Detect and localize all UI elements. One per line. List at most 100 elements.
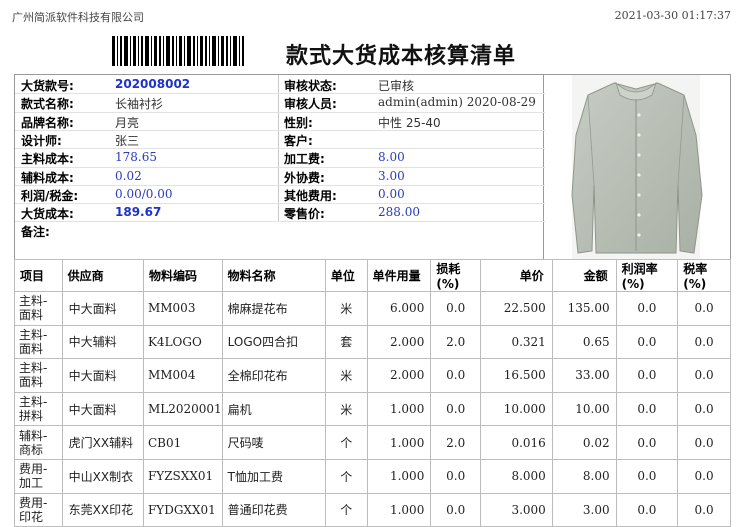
unit-cell: 米 [324, 391, 368, 427]
price-cell: 3.000 [480, 492, 553, 527]
name-cell: 棉麻提花布 [221, 291, 326, 326]
tax-cell: 0.0 [677, 492, 731, 527]
col-header-tax: 税率(%) [677, 259, 731, 292]
profit-cell: 0.0 [615, 391, 679, 427]
bulk-cost-value: 189.67 [115, 205, 162, 220]
main-cost-label: 主料成本: [21, 152, 74, 167]
unit-cell: 个 [324, 492, 368, 527]
company-name: 广州简派软件科技有限公司 [12, 11, 144, 24]
loss-cell: 2.0 [430, 324, 482, 360]
info-row-8: 大货成本: 189.67 零售价: 288.00 [15, 203, 545, 221]
amount-cell: 0.65 [551, 324, 617, 360]
code-cell: MM003 [142, 291, 223, 326]
supplier-cell: 中大辅料 [61, 324, 144, 360]
info-row-2: 款式名称: 长袖衬衫 审核人员: admin(admin) 2020-08-29 [15, 93, 545, 111]
unit-cell: 米 [324, 291, 368, 326]
tax-cell: 0.0 [677, 358, 731, 393]
col-header-price: 单价 [480, 259, 553, 292]
supplier-cell: 中大面料 [61, 358, 144, 393]
amount-cell: 0.02 [551, 425, 617, 460]
supplier-cell: 中大面料 [61, 391, 144, 427]
unit-cell: 个 [324, 425, 368, 460]
name-cell: T恤加工费 [221, 458, 326, 494]
amount-cell: 135.00 [551, 291, 617, 326]
auditor-label: 审核人员: [284, 97, 337, 112]
supplier-cell: 虎门XX辅料 [61, 425, 144, 460]
style-name-label: 款式名称: [21, 97, 74, 112]
unit-cell: 个 [324, 458, 368, 494]
profit-tax-label: 利润/税金: [21, 188, 79, 203]
unit-cell: 米 [324, 358, 368, 393]
supplier-cell: 中山XX制衣 [61, 458, 144, 494]
code-cell: ML2020001 [142, 391, 223, 427]
other-fee-value: 0.00 [378, 186, 405, 201]
profit-cell: 0.0 [615, 492, 679, 527]
table-header-row: 项目 供应商 物料编码 物料名称 单位 单件用量 损耗(%) 单价 金额 利润率… [14, 259, 731, 292]
loss-cell: 0.0 [430, 358, 482, 393]
report-header: 广州简派软件科技有限公司 2021-03-30 01:17:37 [0, 0, 745, 28]
main-cost-value: 178.65 [115, 150, 157, 165]
tax-cell: 0.0 [677, 458, 731, 494]
col-header-loss: 损耗(%) [430, 259, 482, 292]
material-table: 项目 供应商 物料编码 物料名称 单位 单件用量 损耗(%) 单价 金额 利润率… [14, 259, 731, 527]
col-header-qty: 单件用量 [366, 259, 432, 292]
name-cell: 尺码唛 [221, 425, 326, 460]
profit-cell: 0.0 [615, 425, 679, 460]
bulk-cost-label: 大货成本: [21, 207, 74, 222]
loss-cell: 0.0 [430, 492, 482, 527]
aux-cost-label: 辅料成本: [21, 170, 74, 185]
style-no-label: 大货款号: [21, 79, 74, 93]
qty-cell: 2.000 [366, 358, 432, 393]
processing-fee-value: 8.00 [378, 150, 405, 165]
qty-cell: 1.000 [366, 391, 432, 427]
table-row: 主料- 面料 中大面料 MM003 棉麻提花布 米 6.000 0.0 22.50… [14, 291, 731, 326]
profit-cell: 0.0 [615, 291, 679, 326]
amount-cell: 10.00 [551, 391, 617, 427]
item-cell: 主料- 拼料 [14, 391, 63, 427]
qty-cell: 1.000 [366, 458, 432, 494]
col-header-profit: 利润率(%) [615, 259, 679, 292]
table-row: 主料- 面料 中大辅料 K4LOGO LOGO四合扣 套 2.000 2.0 0.… [14, 324, 731, 360]
brand-value: 月亮 [115, 115, 140, 130]
designer-label: 设计师: [21, 133, 62, 148]
name-cell: 全棉印花布 [221, 358, 326, 393]
aux-cost-value: 0.02 [115, 168, 142, 183]
brand-label: 品牌名称: [21, 115, 74, 130]
table-row: 费用- 印花 东莞XX印花 FYDGXX01 普通印花费 个 1.000 0.0 … [14, 492, 731, 527]
tax-cell: 0.0 [677, 324, 731, 360]
style-info-panel: 大货款号: 202008002 审核状态: 已审核 款式名称: 长袖衬衫 审核人… [14, 74, 545, 259]
barcode-image [112, 36, 244, 66]
item-cell: 主料- 面料 [14, 324, 63, 360]
shirt-photo [571, 75, 703, 260]
profit-tax-value: 0.00/0.00 [115, 186, 173, 201]
code-cell: CB01 [142, 425, 223, 460]
qty-cell: 1.000 [366, 492, 432, 527]
loss-cell: 0.0 [430, 291, 482, 326]
info-row-3: 品牌名称: 月亮 性别: 中性 25-40 [15, 112, 545, 130]
outsourcing-fee-value: 3.00 [378, 168, 405, 183]
info-row-4: 设计师: 张三 客户: [15, 130, 545, 148]
gender-label: 性别: [284, 115, 313, 130]
processing-fee-label: 加工费: [284, 152, 325, 167]
col-header-supplier: 供应商 [61, 259, 144, 292]
retail-price-value: 288.00 [378, 205, 420, 220]
other-fee-label: 其他费用: [284, 188, 337, 203]
loss-cell: 0.0 [430, 458, 482, 494]
product-photo [544, 74, 731, 260]
code-cell: FYDGXX01 [142, 492, 223, 527]
col-header-unit: 单位 [324, 259, 368, 292]
gender-value: 中性 25-40 [378, 115, 441, 130]
price-cell: 0.321 [480, 324, 553, 360]
price-cell: 0.016 [480, 425, 553, 460]
supplier-cell: 中大面料 [61, 291, 144, 326]
code-cell: FYZSXX01 [142, 458, 223, 494]
customer-label: 客户: [284, 133, 313, 148]
col-header-name: 物料名称 [221, 259, 326, 292]
price-cell: 10.000 [480, 391, 553, 427]
info-row-7: 利润/税金: 0.00/0.00 其他费用: 0.00 [15, 185, 545, 203]
audit-status-label: 审核状态: [284, 79, 337, 93]
price-cell: 8.000 [480, 458, 553, 494]
table-row: 费用- 加工 中山XX制衣 FYZSXX01 T恤加工费 个 1.000 0.0 … [14, 458, 731, 494]
audit-status-value: 已审核 [378, 79, 415, 93]
info-row-6: 辅料成本: 0.02 外协费: 3.00 [15, 167, 545, 185]
